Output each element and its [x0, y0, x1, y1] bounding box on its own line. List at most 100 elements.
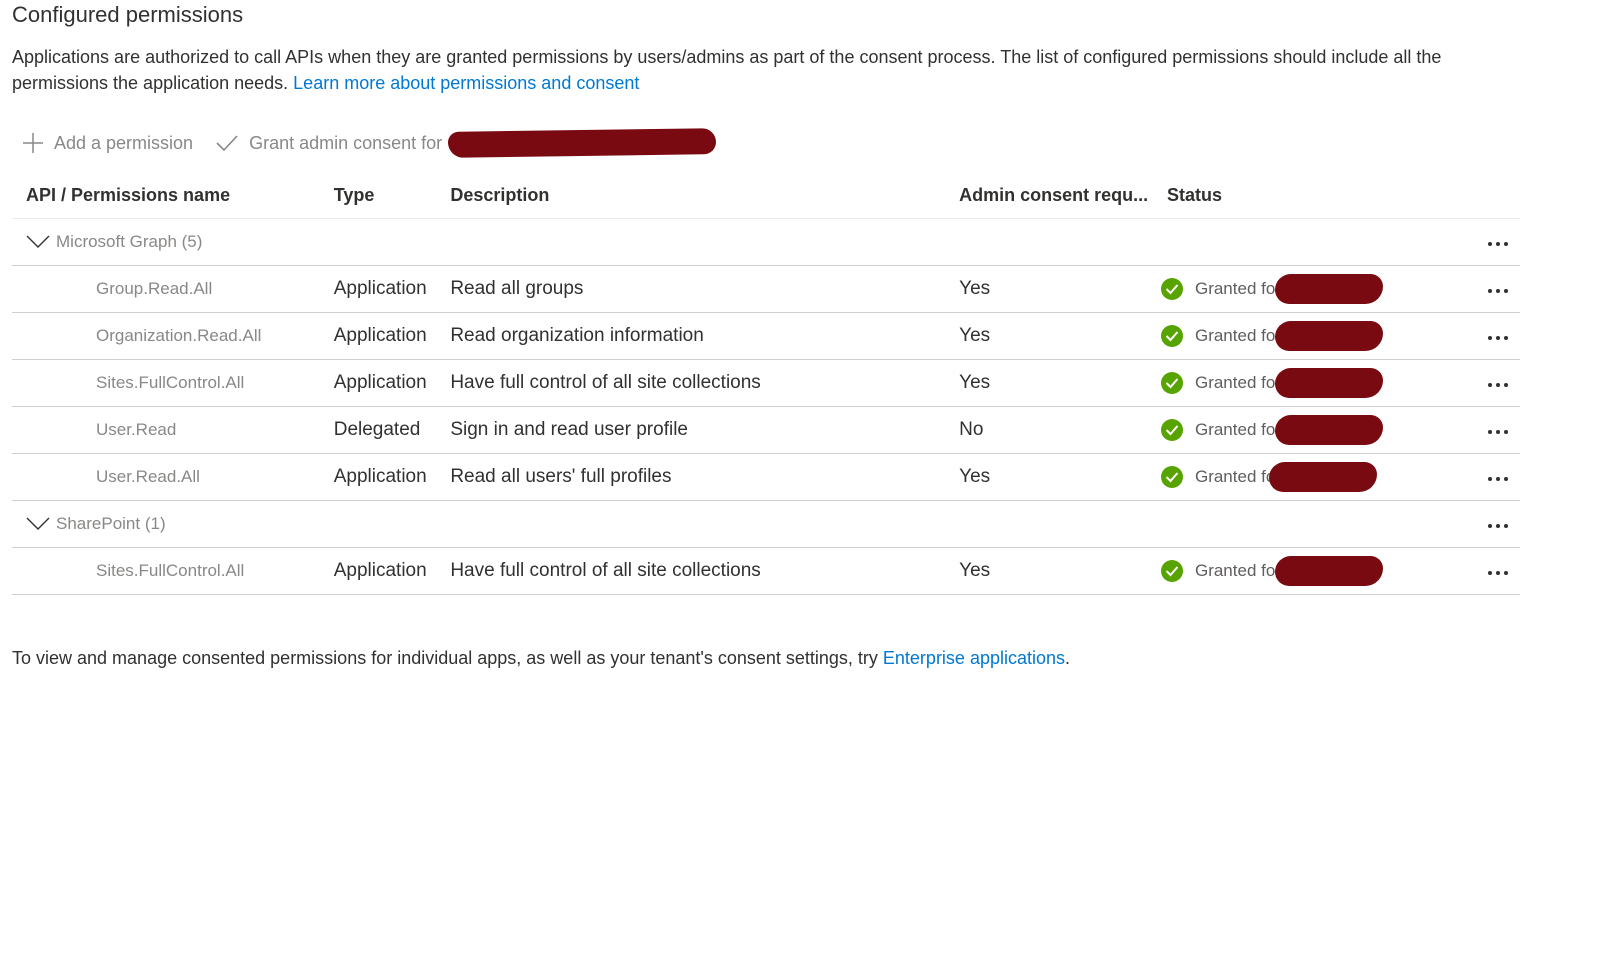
status-cell: Granted for	[1153, 548, 1463, 594]
intro-text: Applications are authorized to call APIs…	[12, 47, 1442, 93]
footer-note: To view and manage consented permissions…	[12, 648, 1070, 669]
status-cell: Granted for	[1153, 313, 1463, 359]
footer-text: To view and manage consented permissions…	[12, 648, 883, 668]
plus-icon	[23, 133, 43, 153]
status-text: Granted for	[1194, 561, 1281, 580]
learn-more-link[interactable]: Learn more about permissions and consent	[293, 73, 639, 93]
permission-type: Delegated	[319, 406, 437, 454]
group-label: SharePoint (1)	[56, 514, 166, 533]
redacted-tenant-name	[1274, 556, 1383, 586]
permission-type: Application	[319, 265, 437, 313]
table-row: Group.Read.All Application Read all grou…	[12, 265, 1520, 313]
check-circle-icon	[1160, 560, 1183, 582]
redacted-tenant-name	[1274, 368, 1383, 398]
status-text: Granted for	[1194, 279, 1281, 298]
permission-name-link[interactable]: Sites.FullControl.All	[12, 547, 320, 595]
chevron-down-icon	[26, 235, 50, 248]
table-row: User.Read Delegated Sign in and read use…	[12, 406, 1520, 454]
check-circle-icon	[1160, 278, 1183, 300]
permission-name-link[interactable]: User.Read.All	[12, 453, 320, 501]
grant-admin-consent-button[interactable]: Grant admin consent for	[215, 128, 717, 158]
admin-consent-required: No	[945, 406, 1153, 454]
permission-name-link[interactable]: Sites.FullControl.All	[12, 359, 320, 407]
column-header-type[interactable]: Type	[319, 172, 437, 219]
check-circle-icon	[1160, 466, 1183, 488]
redacted-tenant-name	[1274, 274, 1383, 304]
redacted-tenant-name	[1269, 462, 1378, 492]
check-circle-icon	[1160, 372, 1183, 394]
redacted-tenant-name	[448, 128, 717, 158]
admin-consent-required: Yes	[945, 359, 1153, 407]
status-text: Granted for	[1194, 326, 1281, 345]
permission-type: Application	[319, 453, 437, 501]
column-header-actions	[1462, 172, 1520, 219]
check-circle-icon	[1160, 325, 1183, 347]
status-text: Granted fo	[1194, 467, 1276, 486]
column-header-description[interactable]: Description	[436, 172, 946, 219]
row-more-button[interactable]	[1462, 359, 1520, 407]
section-title: Configured permissions	[12, 2, 244, 27]
table-row: Sites.FullControl.All Application Have f…	[12, 547, 1520, 595]
permissions-table: API / Permissions name Type Description …	[12, 172, 1520, 595]
row-more-button[interactable]	[1462, 406, 1520, 454]
status-text: Granted for	[1194, 373, 1281, 392]
row-more-button[interactable]	[1462, 547, 1520, 595]
admin-consent-required: Yes	[945, 312, 1153, 360]
permission-description: Read all groups	[436, 265, 946, 313]
add-permission-label: Add a permission	[54, 132, 194, 153]
more-icon	[1488, 281, 1509, 301]
permission-name-link[interactable]: Organization.Read.All	[12, 312, 320, 360]
permissions-toolbar: Add a permission Grant admin consent for	[22, 126, 738, 160]
permission-description: Sign in and read user profile	[436, 406, 946, 454]
permission-description: Have full control of all site collection…	[436, 547, 946, 595]
status-text: Granted for	[1194, 420, 1281, 439]
column-header-name[interactable]: API / Permissions name	[12, 172, 320, 219]
group-row-microsoft-graph[interactable]: Microsoft Graph (5)	[12, 218, 1520, 266]
permission-type: Application	[319, 359, 437, 407]
admin-consent-required: Yes	[945, 265, 1153, 313]
admin-consent-required: Yes	[945, 547, 1153, 595]
grant-admin-consent-label: Grant admin consent for	[249, 132, 443, 153]
table-row: Sites.FullControl.All Application Have f…	[12, 359, 1520, 407]
permission-type: Application	[319, 312, 437, 360]
more-icon	[1488, 328, 1509, 348]
footer-suffix: .	[1065, 648, 1071, 668]
table-row: Organization.Read.All Application Read o…	[12, 312, 1520, 360]
check-circle-icon	[1160, 419, 1183, 441]
group-label: Microsoft Graph (5)	[56, 232, 203, 251]
row-more-button[interactable]	[1462, 312, 1520, 360]
row-more-button[interactable]	[1462, 453, 1520, 501]
more-icon	[1488, 422, 1509, 442]
permission-name-link[interactable]: Group.Read.All	[12, 265, 320, 313]
column-header-admin-consent[interactable]: Admin consent requ...	[945, 172, 1153, 219]
group-row-sharepoint[interactable]: SharePoint (1)	[12, 500, 1520, 548]
row-more-button[interactable]	[1462, 265, 1520, 313]
group-more-button[interactable]	[1462, 218, 1520, 266]
permission-type: Application	[319, 547, 437, 595]
group-toggle[interactable]: SharePoint (1)	[18, 514, 1463, 534]
status-cell: Granted for	[1153, 407, 1463, 453]
permission-description: Read all users' full profiles	[436, 453, 946, 501]
enterprise-applications-link[interactable]: Enterprise applications	[883, 648, 1065, 668]
checkmark-icon	[216, 135, 238, 152]
permission-description: Have full control of all site collection…	[436, 359, 946, 407]
more-icon	[1488, 516, 1509, 536]
more-icon	[1488, 234, 1509, 254]
table-header-row: API / Permissions name Type Description …	[12, 172, 1520, 219]
admin-consent-required: Yes	[945, 453, 1153, 501]
group-more-button[interactable]	[1462, 500, 1520, 548]
more-icon	[1488, 563, 1509, 583]
column-header-status[interactable]: Status	[1152, 172, 1463, 219]
group-toggle[interactable]: Microsoft Graph (5)	[18, 232, 1463, 252]
permission-description: Read organization information	[436, 312, 946, 360]
status-cell: Granted fo	[1153, 454, 1463, 500]
table-row: User.Read.All Application Read all users…	[12, 453, 1520, 501]
permission-name-link[interactable]: User.Read	[12, 406, 320, 454]
chevron-down-icon	[26, 517, 50, 530]
status-cell: Granted for	[1153, 360, 1463, 406]
status-cell: Granted for	[1153, 266, 1463, 312]
redacted-tenant-name	[1274, 321, 1383, 351]
redacted-tenant-name	[1274, 415, 1383, 445]
add-permission-button[interactable]: Add a permission	[22, 132, 193, 154]
more-icon	[1488, 469, 1509, 489]
